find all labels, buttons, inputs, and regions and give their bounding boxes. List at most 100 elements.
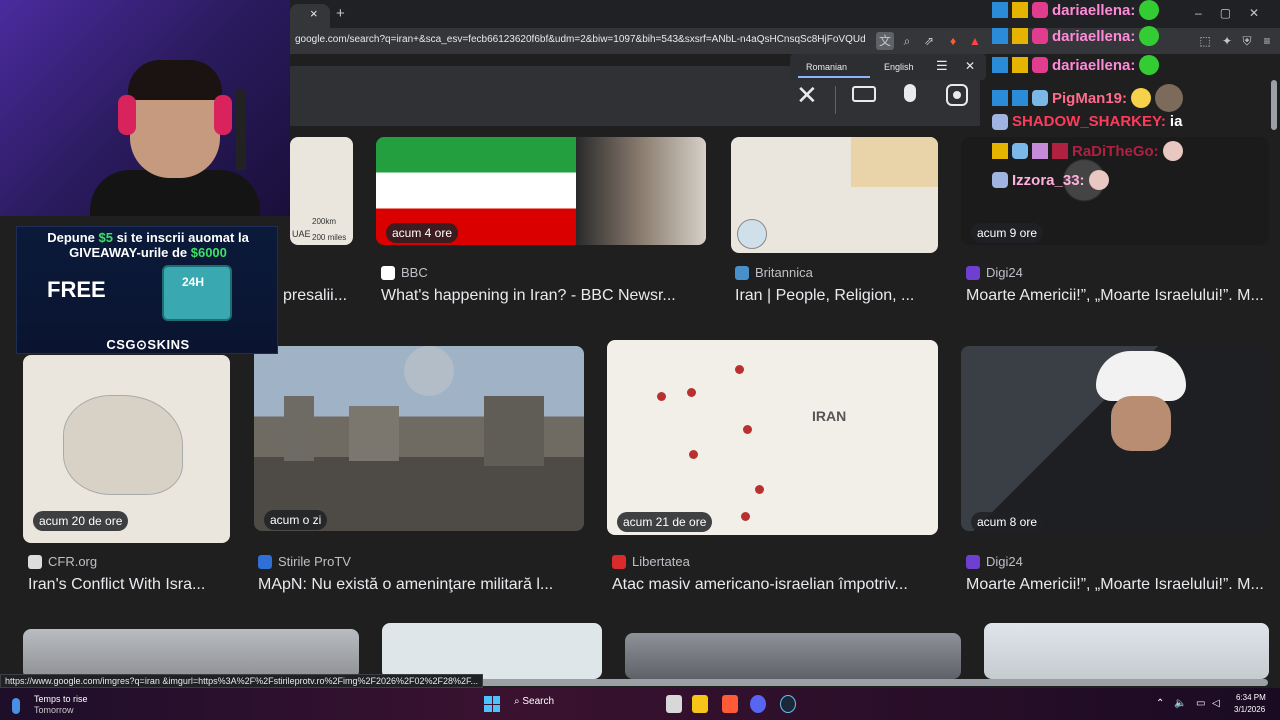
clock-date[interactable]: 3/1/2026 xyxy=(1234,705,1265,714)
badge-icon xyxy=(1032,2,1048,18)
image-result-protv-city[interactable]: acum o zi xyxy=(254,346,584,531)
building xyxy=(349,406,399,461)
rewards-icon[interactable]: ▲ xyxy=(966,32,984,50)
brave-icon[interactable] xyxy=(722,695,738,713)
selected-lang-underline xyxy=(798,76,870,78)
image-result-map-gulf[interactable]: UAE 200km 200 miles xyxy=(290,137,353,245)
ai-icon[interactable]: ✦ xyxy=(1218,32,1236,50)
building xyxy=(484,396,544,466)
tray-chevron-icon[interactable]: ⌃ xyxy=(1156,698,1164,709)
maximize-button[interactable]: ▢ xyxy=(1220,6,1231,20)
zoom-icon[interactable]: ⌕ xyxy=(898,32,916,50)
tab-close-button[interactable]: × xyxy=(310,6,318,21)
image-result-cfr-map[interactable]: acum 20 de ore xyxy=(23,355,230,543)
badge-icon xyxy=(992,90,1008,106)
translate-lang-from[interactable]: Romanian xyxy=(806,62,847,72)
minimize-button[interactable]: – xyxy=(1195,6,1202,20)
map-country-label: IRAN xyxy=(812,408,847,424)
badge-icon xyxy=(1012,90,1028,106)
address-bar[interactable]: google.com/search?q=iran+&sca_esv=fecb66… xyxy=(295,34,865,45)
result-source[interactable]: Stirile ProTV xyxy=(258,554,351,569)
time-badge: acum 21 de ore xyxy=(617,512,713,532)
chat-message: dariaellena: xyxy=(992,55,1160,75)
share-icon[interactable]: ⇗ xyxy=(920,32,938,50)
vpn-icon[interactable]: ⛨ xyxy=(1238,32,1256,50)
badge-icon xyxy=(992,172,1008,188)
keyboard-icon[interactable] xyxy=(852,86,876,102)
ad-free-label: FREE xyxy=(47,277,106,302)
result-title[interactable]: Iran's Conflict With Isra... xyxy=(28,576,233,594)
image-result-britannica[interactable] xyxy=(731,137,938,253)
source-name: CFR.org xyxy=(48,554,98,569)
chat-username: RaDiTheGo: xyxy=(1072,142,1159,160)
chat-message: PigMan19: xyxy=(992,84,1184,112)
brave-shield-icon[interactable]: ♦ xyxy=(944,32,962,50)
volume-icon[interactable]: 🔈 xyxy=(1174,698,1186,709)
map-region xyxy=(63,395,183,495)
clock-time[interactable]: 6:34 PM xyxy=(1236,693,1266,702)
task-view-icon[interactable] xyxy=(666,695,682,713)
badge-icon xyxy=(1032,90,1048,106)
result-source[interactable]: Digi24 xyxy=(966,265,1023,280)
taskbar-search-label: Search xyxy=(522,696,555,707)
result-title[interactable]: MApN: Nu există o ameninţare militară l.… xyxy=(258,576,588,594)
strike-marker xyxy=(687,388,696,397)
ad-text: GIVEAWAY-urile de xyxy=(69,245,191,260)
result-source[interactable]: Digi24 xyxy=(966,554,1023,569)
image-result[interactable] xyxy=(625,633,961,679)
result-title[interactable]: presalii... xyxy=(283,287,349,305)
badge-icon xyxy=(1032,57,1048,73)
result-source[interactable]: Libertatea xyxy=(612,554,690,569)
result-source[interactable]: BBC xyxy=(381,265,428,280)
horizontal-scrollbar[interactable] xyxy=(428,679,1268,686)
badge-icon xyxy=(1032,143,1048,159)
map-land xyxy=(851,137,938,187)
result-title[interactable]: Iran | People, Religion, ... xyxy=(735,287,940,305)
vertical-scrollbar[interactable] xyxy=(1271,80,1277,130)
ad-amount: $6000 xyxy=(190,245,227,260)
image-result-digi24-mourner[interactable]: acum 8 ore xyxy=(961,346,1269,531)
result-source[interactable]: CFR.org xyxy=(28,554,97,569)
image-result[interactable] xyxy=(23,629,359,679)
result-title[interactable]: Moarte Americii!”, „Moarte Israelului!”.… xyxy=(966,576,1271,594)
map-scale: 200 miles xyxy=(312,233,347,242)
image-result[interactable] xyxy=(382,623,602,679)
thermometer-icon[interactable] xyxy=(12,698,20,714)
source-name: Stirile ProTV xyxy=(278,554,351,569)
chat-message: SHADOW_SHARKEY: ia xyxy=(992,113,1182,130)
chat-message: dariaellena: xyxy=(992,0,1160,20)
translate-icon[interactable]: 文 xyxy=(876,32,894,50)
menu-icon[interactable]: ≡ xyxy=(1258,32,1276,50)
google-lens-icon[interactable] xyxy=(946,84,968,106)
weather-text[interactable]: Temps to rise xyxy=(34,694,88,704)
image-result-libertatea-map[interactable]: IRAN acum 21 de ore xyxy=(607,340,938,535)
taskbar xyxy=(0,688,1280,720)
network-icon[interactable]: ▭ xyxy=(1196,698,1205,709)
time-badge: acum 9 ore xyxy=(971,223,1044,243)
digi24-icon xyxy=(966,554,980,569)
chat-username: PigMan19: xyxy=(1052,89,1128,107)
translate-close-icon[interactable]: ✕ xyxy=(965,59,975,73)
windows-start-icon[interactable] xyxy=(484,696,500,712)
result-title[interactable]: What's happening in Iran? - BBC Newsr... xyxy=(381,287,711,305)
image-result-bbc[interactable]: acum 4 ore xyxy=(376,137,706,245)
translate-menu-icon[interactable]: ☰ xyxy=(936,58,948,74)
cfr-icon xyxy=(28,554,42,569)
close-window-button[interactable]: ✕ xyxy=(1249,6,1259,20)
new-tab-button[interactable]: + xyxy=(336,5,345,22)
extensions-icon[interactable]: ⬚ xyxy=(1196,32,1214,50)
file-explorer-icon[interactable] xyxy=(692,695,708,713)
result-title[interactable]: Atac masiv americano-israelian împotriv.… xyxy=(612,576,942,594)
clear-search-button[interactable]: ✕ xyxy=(796,80,818,111)
image-result[interactable] xyxy=(984,623,1269,679)
steam-icon[interactable] xyxy=(780,695,796,713)
weather-subtext: Tomorrow xyxy=(34,705,74,715)
emote-icon xyxy=(1155,84,1184,112)
result-source[interactable]: Britannica xyxy=(735,265,813,280)
microphone-icon[interactable] xyxy=(904,84,916,102)
taskbar-search[interactable]: ⌕ Search xyxy=(514,696,594,712)
discord-icon[interactable] xyxy=(750,695,766,713)
speaker-icon[interactable]: ◁ xyxy=(1212,698,1220,709)
translate-lang-to[interactable]: English xyxy=(884,62,914,72)
result-title[interactable]: Moarte Americii!”, „Moarte Israelului!”.… xyxy=(966,287,1271,305)
